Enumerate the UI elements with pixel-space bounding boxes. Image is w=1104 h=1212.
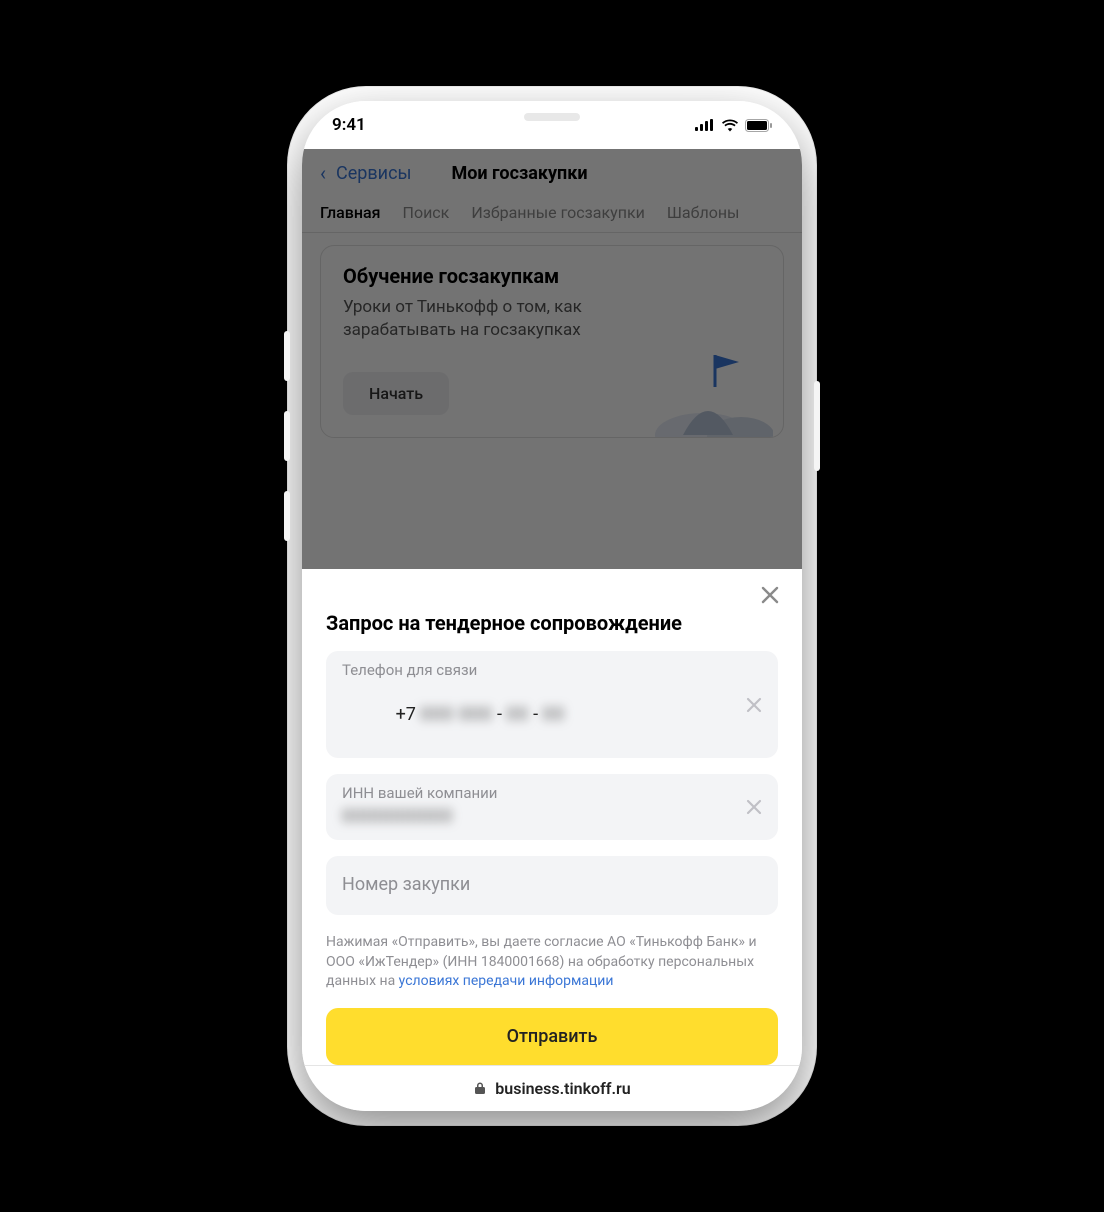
submit-button[interactable]: Отправить <box>326 1008 778 1065</box>
request-sheet: Запрос на тендерное сопровождение Телефо… <box>302 569 802 1111</box>
close-icon <box>761 586 779 604</box>
sheet-title: Запрос на тендерное сопровождение <box>302 569 802 645</box>
tabs: Главная Поиск Избранные госзакупки Шабло… <box>302 197 802 233</box>
phone-field[interactable]: Телефон для связи +7 000 000 - 00 - 00 <box>326 651 778 758</box>
promo-start-button[interactable]: Начать <box>343 372 449 415</box>
purchase-number-placeholder: Номер закупки <box>342 866 762 903</box>
purchase-number-field[interactable]: Номер закупки <box>326 856 778 915</box>
nav-bar: ‹ Сервисы Мои госзакупки <box>302 149 802 197</box>
legal-link[interactable]: условиях передачи информации <box>399 973 614 989</box>
status-time: 9:41 <box>332 115 366 135</box>
phone-notch <box>452 101 652 133</box>
phone-clear-button[interactable] <box>738 689 770 721</box>
legal-text: Нажимая «Отправить», вы даете согласие А… <box>302 915 802 1002</box>
promo-subtitle: Уроки от Тинькофф о том, как зарабатыват… <box>343 296 643 342</box>
inn-label: ИНН вашей компании <box>342 784 762 802</box>
tab-templates[interactable]: Шаблоны <box>667 203 740 222</box>
promo-title: Обучение госзакупкам <box>343 264 761 288</box>
phone-frame: 9:41 ‹ Сервисы Мои госзакупки Главная По… <box>302 101 802 1111</box>
inn-value: 0000000000 <box>342 806 762 828</box>
promo-card: Обучение госзакупкам Уроки от Тинькофф о… <box>320 245 784 438</box>
tab-search[interactable]: Поиск <box>403 203 450 222</box>
lock-icon <box>473 1081 487 1095</box>
tab-main[interactable]: Главная <box>320 203 381 222</box>
page-title: Мои госзакупки <box>451 163 587 184</box>
browser-address-bar[interactable]: business.tinkoff.ru <box>302 1065 802 1111</box>
address-bar-url: business.tinkoff.ru <box>495 1079 630 1098</box>
back-link[interactable]: Сервисы <box>336 163 411 184</box>
inn-clear-button[interactable] <box>738 791 770 823</box>
phone-label: Телефон для связи <box>342 661 762 679</box>
mountain-flag-icon <box>653 345 773 438</box>
close-button[interactable] <box>754 579 786 611</box>
inn-field[interactable]: ИНН вашей компании 0000000000 <box>326 774 778 840</box>
background-page: ‹ Сервисы Мои госзакупки Главная Поиск И… <box>302 149 802 569</box>
battery-icon <box>745 119 772 132</box>
clear-icon <box>746 697 762 713</box>
wifi-icon <box>721 119 739 132</box>
phone-value: +7 000 000 - 00 - 00 <box>342 683 762 746</box>
clear-icon <box>746 799 762 815</box>
tab-favorites[interactable]: Избранные госзакупки <box>471 203 645 222</box>
back-chevron-icon[interactable]: ‹ <box>320 161 326 185</box>
cellular-icon <box>695 119 715 131</box>
